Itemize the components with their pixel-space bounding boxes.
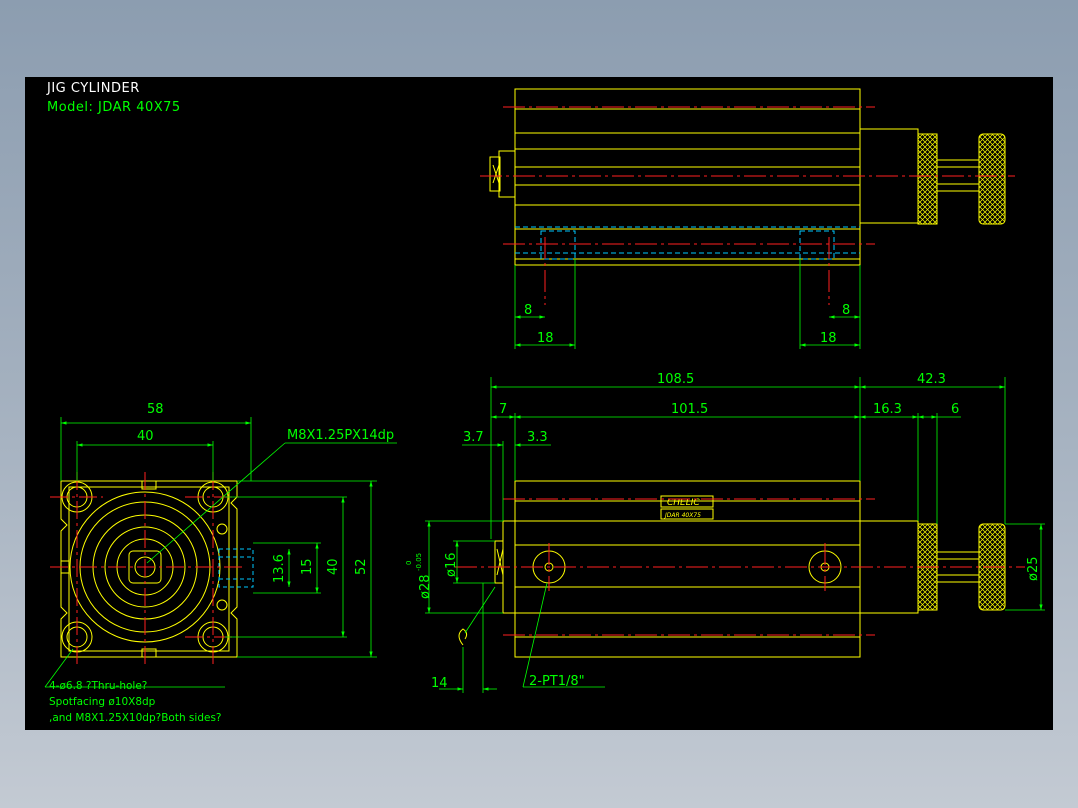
dim-top-left-18: 18	[537, 331, 554, 346]
top-body-outline	[514, 88, 861, 266]
top-view: 8 18 8 18	[480, 88, 1015, 349]
dim-rod-end-14: 14	[431, 676, 448, 691]
dim-port-13-6: 13.6	[272, 554, 287, 583]
dim-bore-28: ø28	[418, 575, 433, 600]
dim-pitch-40: 40	[137, 429, 154, 444]
port-note: 2-PT1/8"	[529, 674, 585, 689]
dim-total-108-5: 108.5	[657, 372, 694, 387]
dim-port-15: 15	[300, 558, 315, 575]
note-line-2: Spotfacing ø10X8dp	[49, 696, 156, 708]
bore-tol-lower: -0.05	[415, 553, 423, 571]
thread-note: M8X1.25PX14dp	[287, 428, 394, 443]
dim-3-3: 3.3	[527, 430, 548, 445]
dim-ext-42-3: 42.3	[917, 372, 946, 387]
drawing-viewport[interactable]: JIG CYLINDER Model: JDAR 40X75 8 18 8 18…	[25, 77, 1053, 730]
dim-vertical-40: 40	[326, 558, 341, 575]
dim-top-left-8: 8	[524, 303, 532, 318]
dim-knob-6: 6	[951, 402, 959, 417]
dim-flange-7: 7	[499, 402, 507, 417]
dim-height-52: 52	[354, 558, 369, 575]
dim-rod-16: ø16	[444, 553, 459, 578]
dim-3-7: 3.7	[463, 430, 484, 445]
note-line-1: 4-ø6.8 ?Thru-hole?	[49, 680, 147, 692]
label-model-text: JDAR 40X75	[664, 512, 701, 519]
note-line-3: ,and M8X1.25X10dp?Both sides?	[49, 712, 222, 724]
top-knob-right	[978, 133, 1006, 225]
dim-top-right-8: 8	[842, 303, 850, 318]
dim-knob-16-3: 16.3	[873, 402, 902, 417]
side-view: CHELIC JDAR 40X75 108.5 42.3 7 101.5 16.…	[405, 372, 1045, 693]
bore-tol-upper: 0	[405, 561, 413, 565]
dim-top-right-18: 18	[820, 331, 837, 346]
top-knob-left	[917, 133, 938, 225]
cad-drawing: 8 18 8 18 58 40 13.6 15 40 52 M8X1.25PX1…	[44, 88, 1045, 724]
side-rod-end	[494, 540, 504, 584]
dim-width-58: 58	[147, 402, 164, 417]
top-rod-end	[498, 150, 516, 198]
dim-body-101-5: 101.5	[671, 402, 708, 417]
dim-knob-25: ø25	[1026, 557, 1041, 582]
front-view: 58 40 13.6 15 40 52 M8X1.25PX14dp 4-ø6.8…	[44, 402, 397, 724]
